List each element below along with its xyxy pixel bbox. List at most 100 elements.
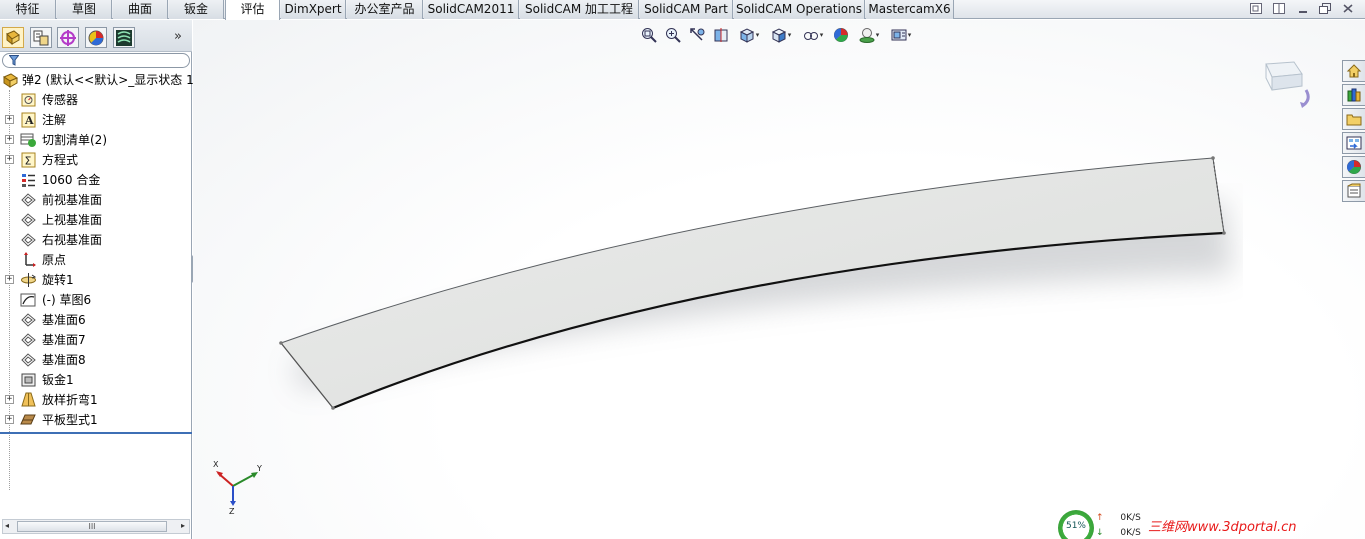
model-part[interactable] [253,140,1243,440]
close-icon[interactable] [1341,3,1355,15]
tab-features[interactable]: 特征 [0,0,56,19]
tab-office-products[interactable]: 办公室产品 [347,0,423,19]
plane-icon [20,232,37,248]
tree-item-label: 注解 [42,113,67,127]
tree-item-origin[interactable]: 原点 [0,250,192,270]
tree-item-flat-pattern1[interactable]: + 平板型式1 [0,410,192,430]
tree-item-top-plane[interactable]: 上视基准面 [0,210,192,230]
sketch-icon [20,292,37,308]
design-library-icon[interactable] [1342,84,1365,106]
expand-icon[interactable]: + [5,155,14,164]
solidworks-resources-icon[interactable] [1342,60,1365,82]
tree-item-plane6[interactable]: 基准面6 [0,310,192,330]
tab-dimxpert[interactable]: DimXpert [281,0,346,19]
tab-solidcam2011[interactable]: SolidCAM2011 [424,0,519,19]
tree-item-label: 切割清单(2) [42,133,107,147]
tree-horizontal-scrollbar[interactable]: ◂ III ▸ [2,519,190,534]
tree-item-label: 前视基准面 [42,193,103,207]
tab-solidcam-machining[interactable]: SolidCAM 加工工程 [520,0,639,19]
view-orientation-icon[interactable]: ▾ [734,25,764,45]
tab-sketch[interactable]: 草图 [57,0,112,19]
property-manager-icon[interactable] [30,27,52,48]
tree-item-revolve1[interactable]: + 旋转1 [0,270,192,290]
tree-item-label: 放样折弯1 [42,393,98,407]
tab-evaluate[interactable]: 评估 [225,0,280,20]
expand-icon[interactable]: + [5,395,14,404]
plane-icon [20,312,37,328]
tree-item-front-plane[interactable]: 前视基准面 [0,190,192,210]
display-style-icon[interactable]: ▾ [766,25,796,45]
scroll-left-icon[interactable]: ◂ [5,521,9,530]
panel-toolbar: » [0,20,192,52]
cam-manager-icon[interactable] [113,27,135,48]
tree-item-sensors[interactable]: 传感器 [0,90,192,110]
edit-appearance-icon[interactable] [830,25,852,45]
tab-solidcam-operations[interactable]: SolidCAM Operations [734,0,865,19]
y-axis-label: Y [256,464,262,473]
restore-panel-icon[interactable] [1249,3,1263,15]
hide-show-items-icon[interactable]: ▾ [798,25,828,45]
tab-surfaces[interactable]: 曲面 [113,0,168,19]
custom-properties-icon[interactable] [1342,180,1365,202]
configuration-manager-icon[interactable] [57,27,79,48]
minimize-icon[interactable] [1296,3,1310,15]
annotation-icon: A [20,112,37,128]
tab-sheet-metal[interactable]: 钣金 [169,0,224,19]
tree-root-part[interactable]: 弹2 (默认<<默认>_显示状态 1 [0,70,194,90]
tree-item-lofted-bend1[interactable]: + 放样折弯1 [0,390,192,410]
tree-filter-field[interactable] [2,53,190,68]
section-view-icon[interactable] [710,25,732,45]
tree-item-label: 传感器 [42,93,79,107]
expand-icon[interactable]: + [5,415,14,424]
tree-item-equations[interactable]: + Σ 方程式 [0,150,192,170]
display-manager-icon[interactable] [85,27,107,48]
tree-item-cut-list[interactable]: + 切割清单(2) [0,130,192,150]
tree-item-material[interactable]: 1060 合金 [0,170,192,190]
filter-icon [8,55,20,69]
more-tabs-icon[interactable]: » [174,29,182,44]
tab-mastercamx6[interactable]: MastercamX6 [866,0,954,19]
zoom-to-area-icon[interactable] [662,25,684,45]
tree-item-label: 原点 [42,253,67,267]
download-speed-value: 0K/S [1120,528,1141,538]
tree-item-label: 右视基准面 [42,233,103,247]
command-manager-tabs: 特征 草图 曲面 钣金 评估 DimXpert 办公室产品 SolidCAM20… [0,0,1365,20]
file-explorer-icon[interactable] [1342,108,1365,130]
expand-icon[interactable]: + [5,135,14,144]
zoom-to-fit-icon[interactable] [638,25,660,45]
tree-item-label: 钣金1 [42,373,74,387]
tab-solidcam-part[interactable]: SolidCAM Part [640,0,733,19]
scroll-thumb[interactable]: III [17,521,167,532]
view-cube-triad-icon[interactable] [1260,60,1314,110]
network-status-widget[interactable]: 51% ↑ 0K/S ↓ 0K/S [1058,507,1148,539]
maximize-icon[interactable] [1318,3,1332,15]
tree-root-label: 弹2 (默认<<默认>_显示状态 1 [22,73,194,87]
origin-icon [20,252,37,268]
view-palette-icon[interactable] [1342,132,1365,154]
equation-icon: Σ [20,152,37,168]
expand-icon[interactable]: + [5,275,14,284]
view-settings-icon[interactable]: ▾ [886,25,916,45]
svg-text:Σ: Σ [25,155,32,168]
download-arrow-icon: ↓ [1096,528,1104,538]
tree-item-plane7[interactable]: 基准面7 [0,330,192,350]
percent-readout: 51% [1065,521,1086,531]
watermark: 三维网www.3dportal.cn [1148,520,1297,535]
tree-item-right-plane[interactable]: 右视基准面 [0,230,192,250]
graphics-area[interactable]: ▾ ▾ ▾ ▾ ▾ X Y Z [193,20,1365,539]
tree-item-sketch6[interactable]: (-) 草图6 [0,290,192,310]
tree-item-sheet-metal1[interactable]: 钣金1 [0,370,192,390]
appearances-scenes-icon[interactable] [1342,156,1365,178]
expand-icon[interactable]: + [5,115,14,124]
scroll-right-icon[interactable]: ▸ [181,521,185,530]
apply-scene-icon[interactable]: ▾ [854,25,884,45]
rollback-bar[interactable] [0,432,192,434]
previous-view-icon[interactable] [686,25,708,45]
upload-speed: ↑ 0K/S [1096,513,1144,523]
tree-item-annotations[interactable]: + A 注解 [0,110,192,130]
feature-manager-icon[interactable] [2,27,24,48]
tree-item-label: 方程式 [42,153,79,167]
tile-panel-icon[interactable] [1272,3,1286,15]
sheet-metal-icon [20,372,37,388]
tree-item-plane8[interactable]: 基准面8 [0,350,192,370]
